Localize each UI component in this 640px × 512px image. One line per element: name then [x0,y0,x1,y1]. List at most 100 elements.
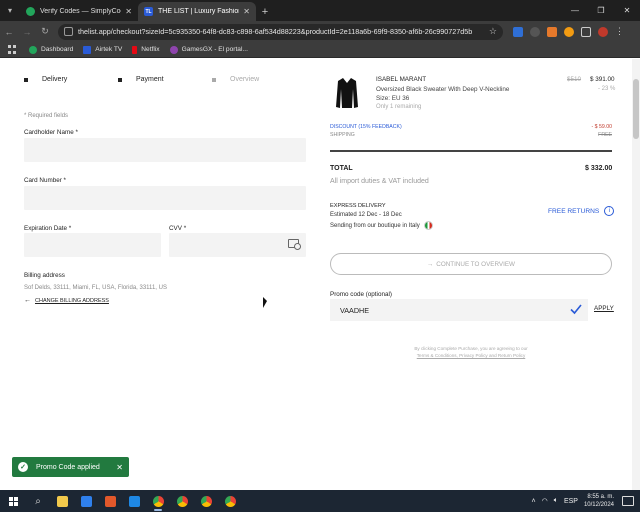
windows-logo-icon [8,496,18,506]
bookmark-airtek-tv[interactable]: Airtek TV [83,45,123,54]
chevron-up-icon[interactable]: ˄ [532,498,536,505]
bookmark-dashboard[interactable]: Dashboard [29,45,73,54]
express-delivery-title: EXPRESS DELIVERY [330,203,386,209]
expiration-date-input[interactable] [24,233,161,257]
dashboard-favicon-icon [29,45,37,54]
info-icon[interactable]: i [604,206,615,216]
back-icon[interactable]: ← [0,21,18,42]
step-marker-icon [24,77,28,82]
extension-icon[interactable] [547,26,557,37]
original-price: $510 [567,76,582,83]
wifi-icon[interactable]: ◠ [542,497,548,505]
card-number-label: Card Number * [24,177,66,184]
shipping-row: SHIPPING FREE [330,132,612,138]
sending-from-text: Sending from our boutique in Italy [330,222,420,229]
check-circle-icon: ✓ [18,462,28,472]
discount-row: DISCOUNT (15% FEEDBACK) - $ 59.00 [330,124,612,130]
close-window-icon[interactable]: ✕ [614,0,640,21]
bookmark-star-icon[interactable]: ☆ [489,26,497,37]
step-overview: Overview [212,76,306,83]
tab-thelist[interactable]: TL THE LIST | Luxury Fashion Pow... ✕ [138,2,256,21]
free-returns-link[interactable]: FREE RETURNS i [548,206,615,216]
clock-time: 8:55 a. m. [587,494,614,500]
reload-icon[interactable]: ↻ [36,21,54,42]
extension-icon[interactable] [564,26,574,37]
checkout-page: Delivery Payment Overview * Required fie… [0,59,640,490]
close-tab-icon[interactable]: ✕ [243,7,250,16]
profile-avatar-icon[interactable] [598,26,608,37]
scrollbar-thumb[interactable] [633,79,639,139]
cardholder-name-input[interactable] [24,138,306,162]
mouse-cursor-icon [263,297,267,308]
cvv-label: CVV * [169,225,187,232]
duties-note: All import duties & VAT included [330,178,429,185]
windows-taskbar: ⌕ ˄ ◠ 🔈︎ ESP 8:55 a. m. 10/12/2024 [0,490,640,512]
minimize-icon[interactable]: — [562,0,588,21]
apply-promo-link[interactable]: APPLY [594,305,614,312]
page-scrollbar[interactable] [632,59,640,490]
product-thumbnail[interactable] [336,77,358,109]
terms-policies-link[interactable]: Terms & Conditions, Privacy Policy and R… [330,352,612,359]
express-delivery-dates: Estimated 12 Dec - 18 Dec [330,212,402,218]
checkmark-icon [570,304,582,315]
toast-message: Promo Code applied [36,463,100,471]
gamesgx-favicon-icon [169,45,178,54]
site-info-icon[interactable] [64,27,73,36]
bookmark-netflix[interactable]: Netflix [132,45,160,54]
browser-tab-bar: ▾ Verify Codes — SimplyCodes ✕ TL THE LI… [0,0,640,21]
cvv-card-icon [288,239,301,250]
discount-value: - $ 59.00 [591,124,612,130]
extensions-puzzle-icon[interactable] [581,26,591,37]
tab-search-icon[interactable]: ▾ [0,0,20,21]
step-delivery[interactable]: Delivery [24,76,118,83]
card-number-input[interactable] [24,186,306,210]
new-tab-icon[interactable]: + [256,2,274,21]
clock[interactable]: 8:55 a. m. 10/12/2024 [584,493,614,509]
billing-address-text: Sof Delds, 33111, Miami, FL, USA, Florid… [24,285,167,291]
address-bar[interactable]: thelist.app/checkout?sizeId=5c935350-64f… [58,23,503,40]
extension-icon[interactable] [530,26,540,37]
tab-simplycodes[interactable]: Verify Codes — SimplyCodes ✕ [20,2,138,21]
notifications-icon[interactable] [622,496,634,506]
browser-menu-icon[interactable]: ⋮ [615,26,624,37]
chrome-icon[interactable] [146,490,170,512]
restore-icon[interactable]: ❐ [588,0,614,21]
mail-icon[interactable] [122,490,146,512]
bookmark-label: Airtek TV [95,46,123,53]
step-payment[interactable]: Payment [118,76,212,83]
change-billing-address-link[interactable]: ← CHANGE BILLING ADDRESS [24,297,109,304]
product-name: Oversized Black Sweater With Deep V-Neck… [376,86,510,93]
continue-to-overview-button[interactable]: → CONTINUE TO OVERVIEW [330,253,612,275]
step-label: Overview [230,76,260,83]
chrome-profile-icon[interactable] [170,490,194,512]
expiration-label: Expiration Date * [24,225,72,232]
volume-icon[interactable]: 🔈︎ [554,497,558,505]
cvv-input[interactable] [169,233,306,257]
billing-address-title: Billing address [24,272,65,279]
forward-icon[interactable]: → [18,21,36,42]
bookmarks-bar: Dashboard Airtek TV Netflix GamesGX - El… [0,42,640,58]
shipping-value: FREE [598,132,612,138]
clock-date: 10/12/2024 [583,502,614,508]
simplycodes-favicon-icon [26,7,35,16]
bookmark-gamesgx[interactable]: GamesGX - El portal... [169,45,248,54]
file-explorer-icon[interactable] [50,490,74,512]
chrome-profile-icon[interactable] [194,490,218,512]
language-indicator[interactable]: ESP [564,498,578,505]
start-button[interactable] [0,490,26,512]
close-tab-icon[interactable]: ✕ [125,7,132,16]
translate-extension-icon[interactable] [513,26,523,37]
tab-title: THE LIST | Luxury Fashion Pow... [158,8,239,15]
product-brand: ISABEL MARANT [376,76,427,83]
promo-code-input[interactable] [330,299,588,321]
search-icon[interactable]: ⌕ [26,490,50,512]
store-icon[interactable] [74,490,98,512]
chrome-profile-icon[interactable] [218,490,242,512]
total-label: TOTAL [330,165,353,172]
apps-grid-icon[interactable] [8,45,17,54]
close-toast-icon[interactable]: ✕ [116,463,123,472]
step-marker-icon [212,77,216,82]
promo-applied-toast: ✓ Promo Code applied ✕ [12,457,129,477]
office-icon[interactable] [98,490,122,512]
promo-code-label: Promo code (optional) [330,291,392,298]
